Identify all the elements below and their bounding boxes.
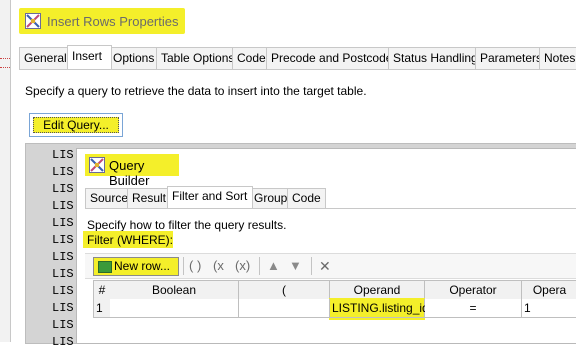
filter-hint: Specify how to filter the query results. [87, 218, 287, 232]
new-row-icon [98, 261, 112, 273]
sql-line: LIS [52, 199, 74, 213]
query-builder-title: Query Builder [109, 158, 150, 188]
tab-code[interactable]: Code [232, 47, 270, 69]
new-row-button[interactable]: New row... [93, 257, 179, 276]
toolbar-separator [259, 257, 260, 275]
tab-options[interactable]: Options [108, 47, 160, 69]
operator-cell[interactable]: = [425, 299, 522, 318]
sql-line: LIS [52, 165, 74, 179]
window-title: Insert Rows Properties [47, 14, 179, 29]
sql-line: LIS [52, 216, 74, 230]
sql-line: LIS [52, 318, 74, 332]
tab-notes[interactable]: Notes [539, 47, 576, 69]
column-header-operand-2[interactable]: Opera [522, 280, 576, 300]
sql-line: LIS [52, 182, 74, 196]
query-builder-window: Query Builder Source Result Filter and S… [76, 148, 576, 344]
toolbar-separator [183, 257, 184, 275]
tab-group[interactable]: Group [249, 188, 291, 208]
qb-tab-underline [85, 208, 576, 209]
tab-result[interactable]: Result [127, 188, 171, 208]
canvas-marker [0, 58, 10, 68]
new-row-label: New row... [114, 259, 171, 273]
filter-where-label-box: Filter (WHERE): [83, 231, 173, 248]
column-header-paren[interactable]: ( [239, 280, 330, 300]
sql-line: LIS [52, 233, 74, 247]
sql-line: LIS [52, 284, 74, 298]
boolean-cell[interactable] [110, 299, 239, 318]
sql-line: LIS [52, 148, 74, 162]
operand-cell[interactable]: LISTING.listing_id [330, 299, 429, 318]
filter-toolbar: New row... ( ) (x (x) ▲ ▼ ✕ [85, 253, 576, 279]
tab-status-handling[interactable]: Status Handling [388, 47, 479, 69]
toolbar-separator [311, 257, 312, 275]
query-builder-icon [89, 157, 105, 173]
tab-table-options[interactable]: Table Options [156, 47, 236, 69]
insert-hint: Specify a query to retrieve the data to … [25, 84, 367, 98]
sql-line: LIS [52, 335, 74, 349]
move-down-icon[interactable]: ▼ [289, 258, 302, 273]
tab-insert[interactable]: Insert [67, 45, 112, 69]
tab-filter-and-sort[interactable]: Filter and Sort [167, 186, 253, 208]
properties-icon [25, 13, 41, 29]
tab-parameters[interactable]: Parameters [475, 47, 543, 69]
tab-code[interactable]: Code [287, 188, 326, 208]
add-parentheses-icon[interactable]: ( ) [189, 258, 201, 273]
sql-line: LIS [52, 301, 74, 315]
paren-cell[interactable] [239, 299, 330, 318]
filter-grid: # Boolean ( Operand Operator Opera 1 LIS… [93, 280, 576, 343]
column-header-operand[interactable]: Operand [330, 280, 425, 300]
remove-open-paren-icon[interactable]: (x [213, 258, 224, 273]
sql-line: LIS [52, 250, 74, 264]
tab-underline [19, 69, 576, 70]
properties-tab-bar: General Insert Options Table Options Cod… [19, 45, 576, 69]
column-header-operator[interactable]: Operator [425, 280, 522, 300]
edit-query-button[interactable]: Edit Query... [29, 113, 123, 137]
remove-parentheses-icon[interactable]: (x) [235, 258, 250, 273]
tab-precode-postcode[interactable]: Precode and Postcode [266, 47, 392, 69]
move-up-icon[interactable]: ▲ [267, 258, 280, 273]
query-builder-tab-bar: Source Result Filter and Sort Group Code [85, 186, 576, 208]
sql-line: LIS [52, 267, 74, 281]
row-number-cell: 1 [93, 299, 111, 318]
query-builder-titlebar: Query Builder [85, 154, 179, 188]
delete-row-icon[interactable]: ✕ [319, 258, 331, 275]
column-header-boolean[interactable]: Boolean [110, 280, 239, 300]
column-header-number: # [93, 280, 111, 300]
tab-general[interactable]: General [19, 47, 69, 69]
tab-source[interactable]: Source [85, 188, 131, 208]
window-titlebar: Insert Rows Properties [19, 8, 185, 34]
filter-where-label: Filter (WHERE): [87, 233, 173, 247]
operand-2-cell[interactable]: 1 [522, 299, 576, 318]
edit-query-label: Edit Query... [33, 117, 119, 133]
